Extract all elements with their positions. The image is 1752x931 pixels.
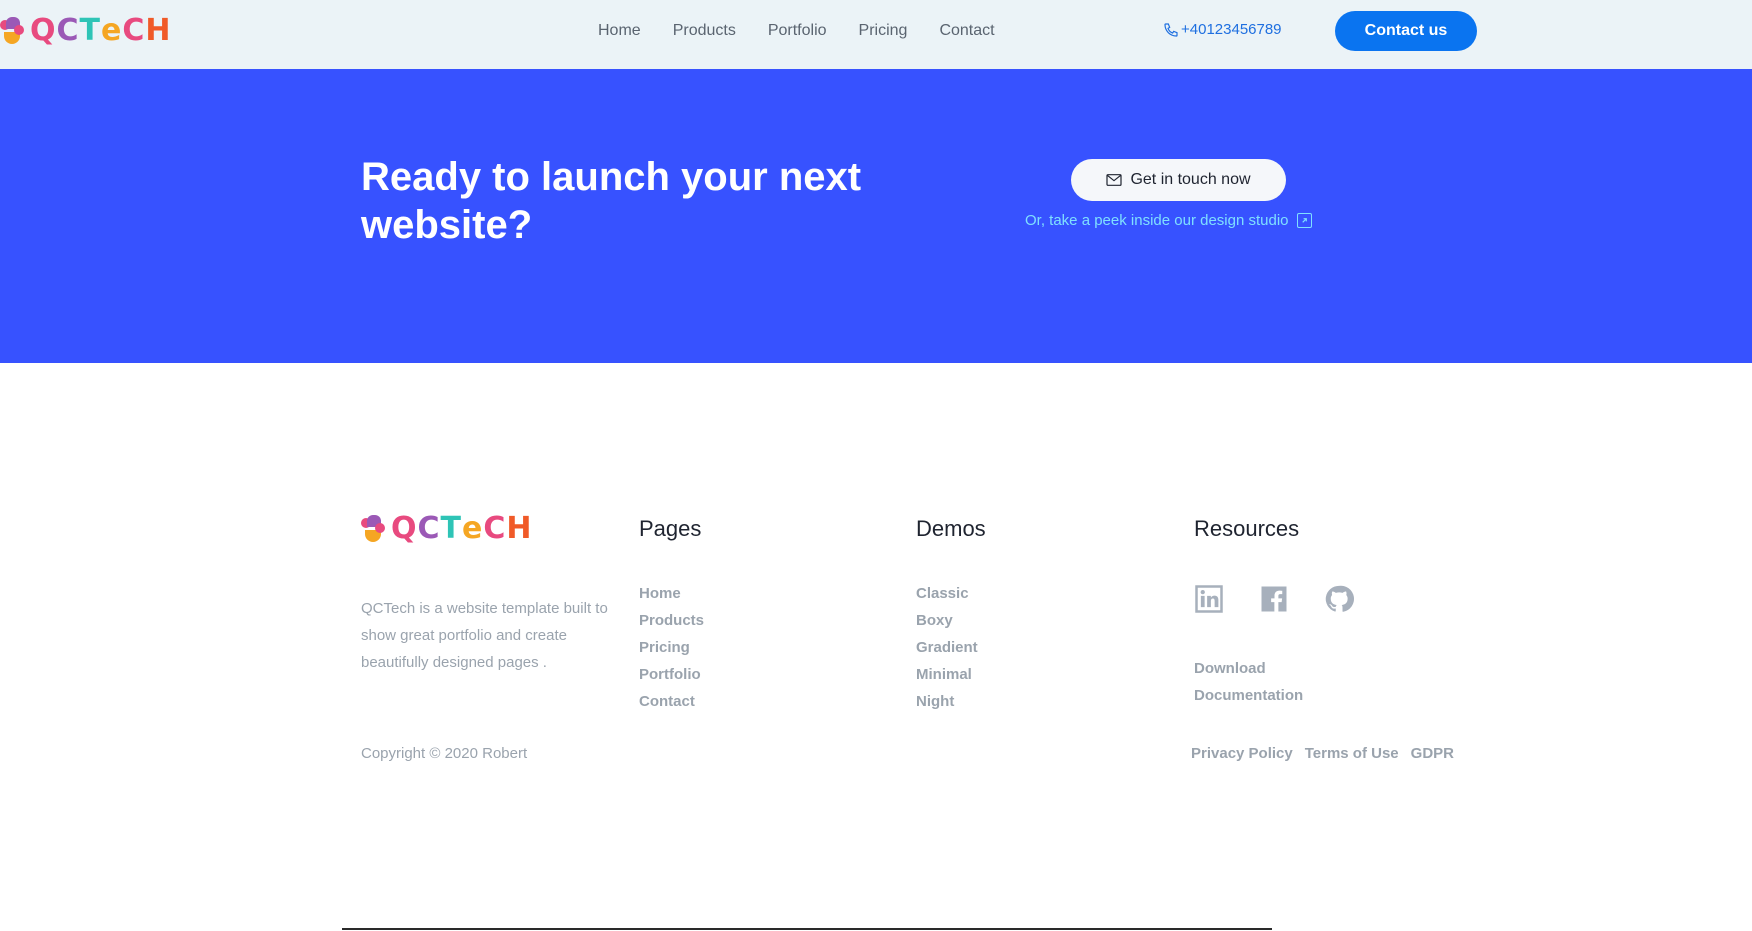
nav-link-products[interactable]: Products bbox=[673, 21, 736, 41]
footer-col-resources: Resources bbox=[1194, 515, 1299, 543]
logo-mark-icon bbox=[361, 515, 389, 543]
linkedin-icon[interactable] bbox=[1194, 584, 1224, 619]
copyright: Copyright © 2020 Robert bbox=[361, 745, 528, 762]
logo-letter: e bbox=[462, 511, 484, 546]
external-link-icon bbox=[1296, 213, 1312, 228]
footer-link-boxy[interactable]: Boxy bbox=[916, 607, 986, 634]
footer-logo[interactable]: Q C T e C H bbox=[361, 512, 533, 546]
cta-title: Ready to launch your next website? bbox=[361, 155, 862, 247]
gdpr-link[interactable]: GDPR bbox=[1411, 745, 1454, 762]
design-studio-link[interactable]: Or, take a peek inside our design studio bbox=[1025, 212, 1312, 229]
nav-link-contact[interactable]: Contact bbox=[939, 21, 994, 41]
footer-link-download[interactable]: Download bbox=[1194, 655, 1303, 682]
design-studio-label: Or, take a peek inside our design studio bbox=[1025, 212, 1289, 229]
footer-link-portfolio[interactable]: Portfolio bbox=[639, 661, 704, 688]
social-links bbox=[1194, 584, 1354, 619]
footer-col-title: Demos bbox=[916, 516, 986, 541]
footer-col-pages: Pages Home Products Pricing Portfolio Co… bbox=[639, 515, 704, 715]
footer-link-pricing[interactable]: Pricing bbox=[639, 634, 704, 661]
main-nav: Home Products Portfolio Pricing Contact bbox=[598, 21, 1027, 41]
footer-link-products[interactable]: Products bbox=[639, 607, 704, 634]
resources-links: Download Documentation bbox=[1194, 655, 1303, 709]
navbar: Q C T e C H Home Products Portfolio Pric… bbox=[0, 0, 1752, 69]
nav-link-pricing[interactable]: Pricing bbox=[859, 21, 908, 41]
footer-col-demos: Demos Classic Boxy Gradient Minimal Nigh… bbox=[916, 515, 986, 715]
privacy-policy-link[interactable]: Privacy Policy bbox=[1191, 745, 1293, 762]
logo-letter: C bbox=[56, 13, 80, 48]
facebook-icon[interactable] bbox=[1259, 584, 1289, 619]
footer-link-gradient[interactable]: Gradient bbox=[916, 634, 986, 661]
footer-link-classic[interactable]: Classic bbox=[916, 580, 986, 607]
logo[interactable]: Q C T e C H bbox=[0, 14, 172, 48]
mail-icon bbox=[1106, 174, 1123, 186]
logo-mark-icon bbox=[0, 17, 28, 45]
logo-letter: C bbox=[417, 511, 441, 546]
get-in-touch-label: Get in touch now bbox=[1130, 171, 1251, 188]
logo-letter: H bbox=[506, 511, 533, 546]
nav-link-home[interactable]: Home bbox=[598, 21, 641, 41]
contact-us-button[interactable]: Contact us bbox=[1335, 11, 1477, 51]
terms-of-use-link[interactable]: Terms of Use bbox=[1305, 745, 1399, 762]
footer-description: QCTech is a website template built to sh… bbox=[361, 600, 608, 671]
logo-letter: Q bbox=[30, 13, 57, 48]
cta-section: Ready to launch your next website? Get i… bbox=[0, 69, 1752, 363]
footer-link-documentation[interactable]: Documentation bbox=[1194, 682, 1303, 709]
bottom-divider bbox=[342, 928, 1272, 930]
logo-letter: T bbox=[79, 13, 102, 48]
logo-letter: C bbox=[122, 13, 146, 48]
phone-link[interactable]: +40123456789 bbox=[1163, 21, 1282, 38]
logo-letter: T bbox=[440, 511, 463, 546]
logo-letter: e bbox=[101, 13, 123, 48]
get-in-touch-button[interactable]: Get in touch now bbox=[1071, 159, 1286, 201]
github-icon[interactable] bbox=[1324, 584, 1354, 619]
footer-link-minimal[interactable]: Minimal bbox=[916, 661, 986, 688]
legal-links: Privacy Policy Terms of Use GDPR bbox=[1191, 745, 1454, 762]
footer-col-title: Pages bbox=[639, 516, 702, 541]
footer-link-home[interactable]: Home bbox=[639, 580, 704, 607]
footer-link-contact[interactable]: Contact bbox=[639, 688, 704, 715]
logo-letter: C bbox=[483, 511, 507, 546]
logo-letter: Q bbox=[391, 511, 418, 546]
footer-col-title: Resources bbox=[1194, 516, 1300, 541]
phone-number: +40123456789 bbox=[1181, 21, 1282, 38]
footer-link-night[interactable]: Night bbox=[916, 688, 986, 715]
nav-link-portfolio[interactable]: Portfolio bbox=[768, 21, 827, 41]
logo-letter: H bbox=[145, 13, 172, 48]
phone-icon bbox=[1164, 22, 1178, 37]
